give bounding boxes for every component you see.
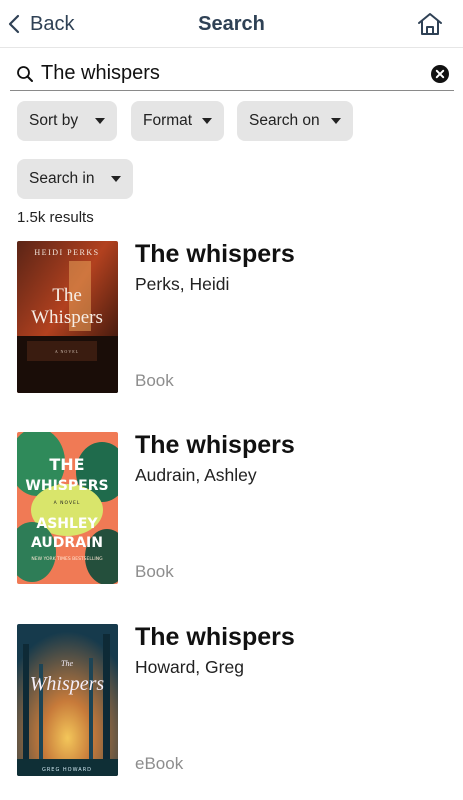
cover-author: HEIDI PERKS xyxy=(34,248,99,257)
result-title[interactable]: The whispers xyxy=(135,240,295,269)
caret-down-icon xyxy=(202,118,213,124)
result-author: Perks, Heidi xyxy=(135,274,230,294)
result-title[interactable]: The whispers xyxy=(135,623,295,652)
result-author: Audrain, Ashley xyxy=(135,465,257,485)
sort-by-label: Sort by xyxy=(29,112,79,129)
clear-icon[interactable] xyxy=(431,65,449,83)
caret-down-icon xyxy=(95,118,105,124)
search-in-dropdown[interactable]: Search in xyxy=(17,159,133,199)
sort-by-dropdown[interactable]: Sort by xyxy=(17,101,117,141)
book-cover[interactable]: HEIDI PERKS The Whispers A NOVEL xyxy=(17,241,118,393)
caret-down-icon xyxy=(331,118,341,124)
result-item[interactable]: HEIDI PERKS The Whispers A NOVEL The whi… xyxy=(17,240,447,393)
cover-author-line1: ASHLEY xyxy=(36,516,98,532)
cover-author-line2: AUDRAIN xyxy=(31,535,103,551)
cover-title-line2: Whispers xyxy=(30,673,105,695)
caret-down-icon xyxy=(111,176,121,182)
result-author: Howard, Greg xyxy=(135,657,244,677)
cover-title-line1: The xyxy=(61,659,73,668)
cover-tag: A NOVEL xyxy=(54,500,81,506)
cover-banner: NEW YORK TIMES BESTSELLING xyxy=(31,556,103,562)
cover-author: GREG HOWARD xyxy=(42,767,92,773)
cover-tag: A NOVEL xyxy=(55,349,79,354)
results-count: 1.5k results xyxy=(17,209,94,226)
cover-title-line1: The xyxy=(52,285,82,306)
search-on-label: Search on xyxy=(249,112,320,129)
result-format: Book xyxy=(135,562,174,581)
result-format: Book xyxy=(135,371,174,390)
cover-title-line1: THE xyxy=(49,455,84,474)
search-value: The whispers xyxy=(41,62,160,84)
book-cover[interactable]: THE WHISPERS A NOVEL ASHLEY AUDRAIN NEW … xyxy=(17,432,118,584)
result-title[interactable]: The whispers xyxy=(135,431,295,460)
search-on-dropdown[interactable]: Search on xyxy=(237,101,353,141)
search-in-label: Search in xyxy=(29,170,95,187)
book-cover[interactable]: The Whispers GREG HOWARD xyxy=(17,624,118,776)
format-dropdown[interactable]: Format xyxy=(131,101,224,141)
page-title: Search xyxy=(198,13,265,35)
home-icon[interactable] xyxy=(417,12,443,36)
result-item[interactable]: The Whispers GREG HOWARD The whispers Ho… xyxy=(17,623,447,776)
search-icon xyxy=(17,66,33,82)
format-label: Format xyxy=(143,112,193,129)
result-item[interactable]: THE WHISPERS A NOVEL ASHLEY AUDRAIN NEW … xyxy=(17,431,447,584)
top-bar: Back Search xyxy=(0,0,463,48)
search-input[interactable]: The whispers xyxy=(10,57,454,91)
result-format: eBook xyxy=(135,754,184,773)
cover-title-line2: WHISPERS xyxy=(25,478,108,494)
cover-title-line2: Whispers xyxy=(31,307,103,328)
